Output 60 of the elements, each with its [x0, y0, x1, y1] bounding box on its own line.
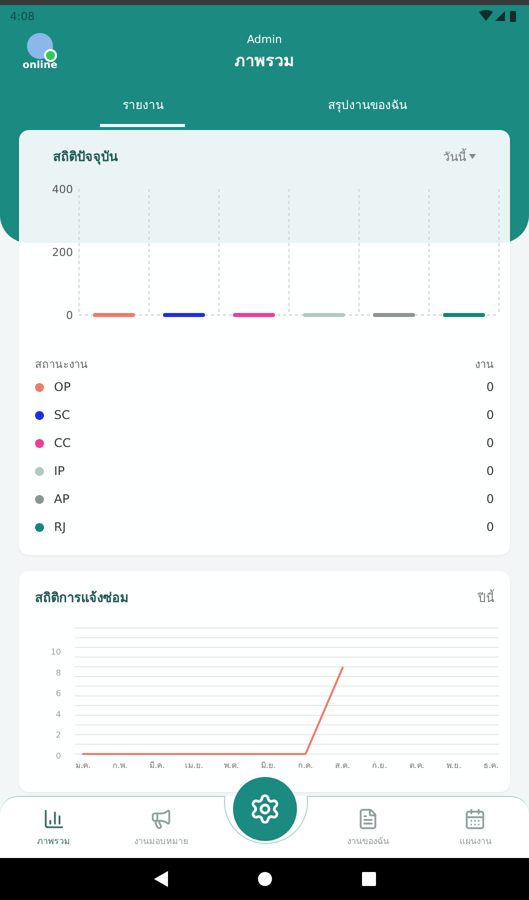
status-count: 0	[486, 520, 494, 534]
status-count: 0	[486, 492, 494, 506]
axis-label: 400	[52, 183, 73, 196]
status-label: SC	[54, 408, 71, 422]
back-icon[interactable]	[154, 871, 168, 887]
axis-label: 0	[66, 309, 73, 322]
tab[interactable]: สรุปงานของฉัน	[306, 91, 429, 127]
axis-label: พ.ค.	[224, 761, 239, 770]
axis-label: ส.ค.	[335, 761, 350, 770]
user-name: Admin	[246, 33, 282, 46]
axis-label: 6	[56, 689, 61, 698]
axis-label: ธ.ค.	[483, 761, 499, 770]
axis-label: 0	[56, 752, 61, 760]
recents-icon[interactable]	[362, 872, 376, 886]
period-dropdown[interactable]: ปีนี้	[478, 588, 494, 607]
calendar-icon	[464, 808, 486, 830]
axis-label: ต.ค.	[409, 761, 424, 770]
status-label: CC	[54, 436, 72, 450]
axis-label: ก.ค.	[298, 761, 314, 770]
status-label: IP	[54, 464, 66, 478]
caret-icon	[469, 154, 476, 159]
status-label: OP	[54, 380, 72, 394]
axis-label: 2	[56, 730, 61, 740]
status-label: RJ	[54, 520, 67, 534]
axis-label: ก.พ.	[112, 761, 128, 770]
axis-label: ก.ย.	[372, 761, 388, 770]
status-time: 4:08	[10, 10, 35, 22]
presence-label: online	[22, 60, 58, 71]
tab[interactable]: รายงาน	[100, 91, 186, 127]
period-dropdown[interactable]: วันนี้	[443, 147, 476, 166]
status-count: 0	[486, 464, 494, 478]
axis-label: ม.ค.	[75, 761, 91, 770]
bar-chart-icon	[42, 808, 65, 830]
axis-label: 8	[56, 668, 61, 678]
online-dot	[44, 49, 57, 62]
status-count: 0	[486, 380, 494, 394]
column-header: สถานะงาน	[35, 357, 88, 373]
axis-label: มิ.ย.	[260, 761, 276, 770]
nav-item[interactable]: งานของฉัน	[314, 808, 422, 848]
nav-item[interactable]: งานมอบหมาย	[107, 808, 214, 848]
megaphone-icon	[150, 808, 172, 830]
status-count: 0	[486, 436, 494, 450]
axis-label: เม.ย.	[185, 761, 204, 770]
settings-icon	[249, 793, 281, 825]
status-icons	[479, 10, 519, 22]
card-title: สถิติการแจ้งซ่อม	[35, 590, 129, 608]
axis-label: 10	[50, 648, 61, 656]
status-label: AP	[54, 492, 70, 506]
axis-label: พ.ย.	[446, 761, 462, 770]
axis-label: มี.ค.	[150, 761, 165, 770]
nav-item[interactable]: แผนงาน	[422, 808, 529, 848]
document-icon	[357, 808, 380, 830]
card-title: สถิติปัจจุบัน	[53, 149, 118, 167]
page-title: ภาพรวม	[234, 50, 294, 72]
axis-label: 4	[56, 710, 61, 719]
axis-label: 200	[52, 246, 73, 259]
status-count: 0	[486, 408, 494, 422]
home-icon[interactable]	[258, 872, 272, 886]
column-header: งาน	[475, 357, 494, 373]
nav-item[interactable]: ภาพรวม	[0, 808, 108, 848]
